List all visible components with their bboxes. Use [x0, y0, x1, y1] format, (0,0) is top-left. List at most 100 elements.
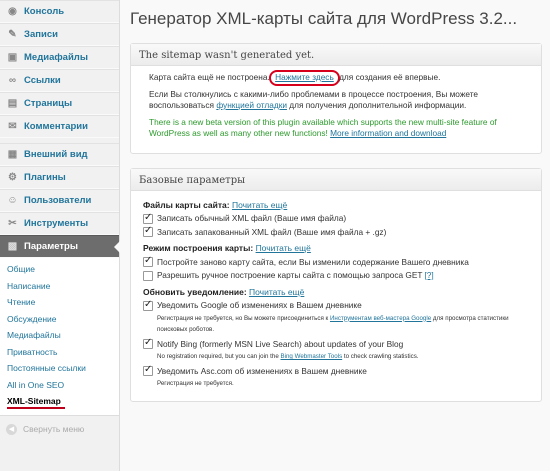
plugins-icon: ⚙ — [8, 171, 17, 183]
checkbox-asc[interactable] — [143, 364, 153, 377]
sidebar-item-3[interactable]: ∞ Ссылки — [0, 69, 119, 92]
notify-section-label: Обновить уведомление: Почитать ещё — [143, 287, 531, 299]
submenu-item-7[interactable]: All in One SEO — [0, 377, 119, 394]
sidebar-item-label: Записи — [24, 29, 58, 40]
notify-more-link[interactable]: Почитать ещё — [249, 287, 304, 297]
main-content: Генератор XML-карты сайта для WordPress … — [120, 0, 550, 471]
mode-section-label: Режим построения карты: Почитать ещё — [143, 243, 531, 255]
appearance-icon: ▦ — [7, 148, 18, 160]
submenu-item-4[interactable]: Медиафайлы — [0, 327, 119, 344]
submenu-item-1[interactable]: Написание — [0, 278, 119, 295]
notice-heading: The sitemap wasn't generated yet. — [131, 44, 541, 66]
option-label: Уведомить Asc.com об изменениях в Вашем … — [157, 365, 367, 376]
media-icon: ▣ — [7, 51, 18, 63]
admin-menu: ◉ Консоль ✎ Записи ▣ Медиафайлы ∞ Ссылки ▤ Страни… — [0, 0, 120, 258]
notice-text: Карта сайта ещё не построена. — [149, 72, 273, 82]
option-label: Постройте заново карту сайта, если Вы из… — [157, 256, 469, 267]
google-webmaster-link[interactable]: Инструментам веб-мастера Google — [330, 315, 431, 322]
submenu-item-0[interactable]: Общие — [0, 261, 119, 278]
submenu-item-2[interactable]: Чтение — [0, 294, 119, 311]
sidebar-item-label: Плагины — [24, 172, 66, 183]
link-icon: ∞ — [8, 74, 17, 86]
tools-icon: ✂ — [8, 217, 17, 229]
notice-box: The sitemap wasn't generated yet. Карта … — [130, 43, 542, 154]
notify-label: Обновить уведомление: — [143, 286, 247, 297]
sidebar-item-8[interactable]: ☺ Пользователи — [0, 189, 119, 212]
option-asc[interactable]: Уведомить Asc.com об изменениях в Вашем … — [143, 364, 531, 378]
basic-options-heading: Базовые параметры — [131, 168, 541, 191]
note-text: No registration required, but you can jo… — [157, 353, 281, 360]
option-manual[interactable]: Разрешить ручное построение карты сайта … — [143, 270, 531, 282]
submenu-item-6[interactable]: Постоянные ссылки — [0, 360, 119, 377]
submenu-item-5[interactable]: Приватность — [0, 344, 119, 361]
build-now-link[interactable]: Нажмите здесь — [275, 72, 334, 82]
files-more-link[interactable]: Почитать ещё — [232, 200, 287, 210]
note-text: to check crawling statistics. — [342, 353, 419, 360]
option-bing[interactable]: Notify Bing (formerly MSN Live Search) a… — [143, 337, 531, 351]
sidebar-item-0[interactable]: ◉ Консоль — [0, 0, 119, 23]
sidebar-item-label: Инструменты — [24, 218, 89, 229]
option-xml[interactable]: Записать обычный XML файл (Ваше имя файл… — [143, 212, 531, 225]
sidebar-item-2[interactable]: ▣ Медиафайлы — [0, 46, 119, 69]
option-label: Разрешить ручное построение карты сайта … — [157, 270, 423, 280]
collapse-menu-button[interactable]: ◀ Свернуть меню — [0, 416, 119, 435]
checkbox-google[interactable] — [143, 299, 153, 311]
sidebar-item-1[interactable]: ✎ Записи — [0, 23, 119, 46]
option-label: Notify Bing (formerly MSN Live Search) a… — [157, 338, 404, 349]
comments-icon: ✉ — [8, 120, 17, 132]
sidebar-item-label: Медиафайлы — [24, 52, 88, 63]
option-label: Уведомить Google об изменениях в Вашем д… — [157, 300, 362, 310]
sidebar-item-label: Страницы — [24, 98, 73, 109]
option-label: Записать обычный XML файл (Ваше имя файл… — [157, 213, 347, 223]
collapse-icon: ◀ — [6, 423, 17, 435]
checkbox-rebuild[interactable] — [143, 255, 153, 268]
sidebar-item-10[interactable]: ▩ Параметры — [0, 235, 120, 258]
admin-sidebar: ◉ Консоль ✎ Записи ▣ Медиафайлы ∞ Ссылки ▤ Страни… — [0, 0, 120, 471]
debug-link[interactable]: функцией отладки — [216, 100, 287, 110]
highlight-circle: Нажмите здесь — [269, 70, 340, 86]
submenu-item-3[interactable]: Обсуждение — [0, 311, 119, 328]
pin-icon: ✎ — [8, 28, 17, 40]
sidebar-item-7[interactable]: ⚙ Плагины — [0, 166, 119, 189]
settings-submenu: Общие Написание Чтение Обсуждение Медиафайлы… — [0, 258, 119, 416]
bing-webmaster-link[interactable]: Bing Webmaster Tools — [280, 353, 342, 360]
option-rebuild[interactable]: Постройте заново карту сайта, если Вы из… — [143, 255, 531, 269]
google-note: Регистрация не требуется, но Вы можете п… — [157, 313, 531, 336]
option-label: Записать запакованный XML файл (Ваше имя… — [157, 226, 387, 237]
notice-text: для создания её впервые. — [336, 72, 441, 82]
sidebar-item-6[interactable]: ▦ Внешний вид — [0, 143, 119, 166]
files-section-label: Файлы карты сайта: Почитать ещё — [143, 200, 531, 212]
files-label: Файлы карты сайта: — [143, 199, 230, 210]
sidebar-item-4[interactable]: ▤ Страницы — [0, 92, 119, 115]
collapse-label: Свернуть меню — [23, 424, 85, 434]
users-icon: ☺ — [7, 194, 18, 206]
notice-line-2: Если Вы столкнулись с какими-либо пробле… — [149, 89, 531, 112]
mode-more-link[interactable]: Почитать ещё — [256, 243, 311, 253]
sidebar-item-label: Параметры — [24, 241, 78, 252]
sidebar-item-9[interactable]: ✂ Инструменты — [0, 212, 119, 235]
page-title: Генератор XML-карты сайта для WordPress … — [130, 9, 518, 28]
beta-notice: There is a new beta version of this plug… — [149, 117, 531, 140]
sidebar-item-label: Ссылки — [24, 75, 61, 86]
sidebar-item-5[interactable]: ✉ Комментарии — [0, 115, 119, 138]
checkbox-manual[interactable] — [143, 270, 153, 281]
option-gz[interactable]: Записать запакованный XML файл (Ваше имя… — [143, 225, 531, 239]
mode-label: Режим построения карты: — [143, 243, 254, 253]
sidebar-item-label: Внешний вид — [24, 149, 88, 160]
settings-icon: ▩ — [7, 240, 18, 252]
help-link[interactable]: [?] — [424, 270, 433, 282]
checkbox-bing[interactable] — [143, 337, 153, 350]
option-google[interactable]: Уведомить Google об изменениях в Вашем д… — [143, 299, 531, 312]
sidebar-item-label: Пользователи — [24, 195, 92, 206]
bing-note: No registration required, but you can jo… — [157, 351, 531, 363]
sidebar-item-label: Комментарии — [24, 121, 88, 132]
note-text: Регистрация не требуется, но Вы можете п… — [157, 314, 330, 322]
sidebar-item-label: Консоль — [24, 6, 65, 17]
notice-line-1: Карта сайта ещё не построена. Нажмите зд… — [149, 70, 531, 86]
checkbox-xml[interactable] — [143, 212, 153, 224]
basic-options-box: Базовые параметры Файлы карты сайта: Поч… — [130, 167, 542, 402]
asc-note: Регистрация не требуется. — [157, 380, 234, 387]
beta-download-link[interactable]: More information and download — [330, 128, 446, 138]
checkbox-gz[interactable] — [143, 225, 153, 238]
notice-text: для получения дополнительной информации. — [286, 100, 467, 110]
